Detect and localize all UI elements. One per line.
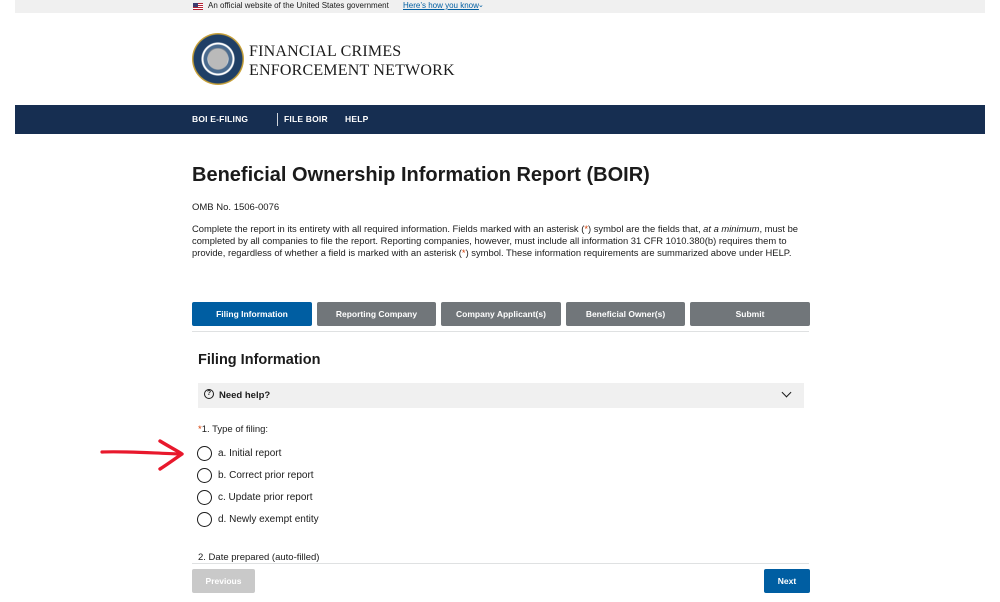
chevron-down-icon[interactable]: ⌄ [478, 1, 484, 9]
org-name-line2: ENFORCEMENT NETWORK [249, 62, 455, 79]
nav-boi-efiling[interactable]: BOI E-FILING [192, 114, 248, 124]
how-you-know-link[interactable]: Here’s how you know [403, 1, 479, 10]
chevron-down-icon[interactable] [781, 387, 792, 398]
org-name-line1: FINANCIAL CRIMES [249, 43, 402, 60]
us-flag-icon [193, 3, 203, 10]
fincen-seal-logo[interactable] [192, 33, 244, 85]
radio-circle[interactable] [197, 467, 212, 483]
need-help-accordion[interactable]: ? Need help? [198, 383, 804, 408]
gov-banner: An official website of the United States… [15, 0, 985, 13]
divider [192, 331, 809, 332]
section-title: Filing Information [198, 352, 321, 368]
tab-filing-information[interactable]: Filing Information [192, 302, 312, 326]
official-site-text: An official website of the United States… [208, 1, 389, 10]
radio-update-prior-report[interactable]: c. Update prior report [197, 489, 313, 505]
question-circle-icon: ? [204, 389, 214, 399]
radio-circle[interactable] [197, 445, 212, 461]
radio-circle[interactable] [197, 511, 212, 527]
radio-label[interactable]: c. Update prior report [218, 492, 313, 503]
divider [192, 563, 809, 564]
radio-newly-exempt-entity[interactable]: d. Newly exempt entity [197, 511, 319, 527]
previous-button[interactable]: Previous [192, 569, 255, 593]
type-of-filing-label: *1. Type of filing: [198, 424, 269, 435]
radio-initial-report[interactable]: a. Initial report [197, 445, 281, 461]
omb-number: OMB No. 1506-0076 [192, 202, 280, 213]
radio-correct-prior-report[interactable]: b. Correct prior report [197, 467, 314, 483]
org-name[interactable]: FINANCIAL CRIMES ENFORCEMENT NETWORK [249, 42, 455, 80]
nav-file-boir[interactable]: FILE BOIR [284, 114, 328, 124]
page-title: Beneficial Ownership Information Report … [192, 164, 650, 186]
next-button[interactable]: Next [764, 569, 810, 593]
nav-help[interactable]: HELP [345, 114, 368, 124]
need-help-label: Need help? [219, 390, 271, 401]
radio-label[interactable]: d. Newly exempt entity [218, 514, 319, 525]
tab-beneficial-owners[interactable]: Beneficial Owner(s) [566, 302, 685, 326]
red-arrow-annotation-icon [100, 439, 184, 471]
tab-reporting-company[interactable]: Reporting Company [317, 302, 436, 326]
radio-label[interactable]: b. Correct prior report [218, 470, 314, 481]
nav-divider [277, 113, 278, 126]
main-nav: BOI E-FILING FILE BOIR HELP [15, 105, 985, 134]
tab-company-applicants[interactable]: Company Applicant(s) [441, 302, 561, 326]
eagle-emblem-icon [208, 48, 228, 70]
tab-submit[interactable]: Submit [690, 302, 810, 326]
radio-circle[interactable] [197, 489, 212, 505]
intro-text: Complete the report in its entirety with… [192, 223, 798, 258]
date-prepared-label: 2. Date prepared (auto-filled) [198, 552, 320, 563]
radio-label[interactable]: a. Initial report [218, 448, 281, 459]
